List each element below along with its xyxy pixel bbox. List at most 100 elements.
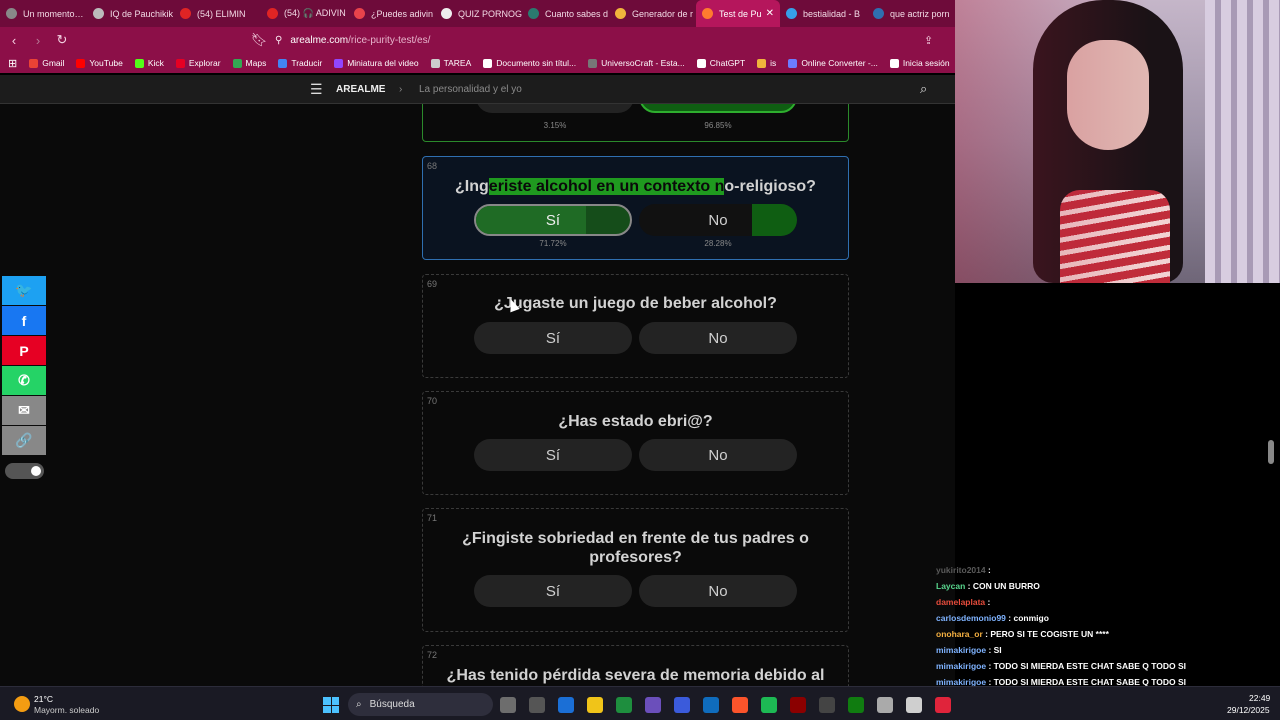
search-icon[interactable]: ⌕ [920, 81, 927, 97]
site-brand[interactable]: AREALME [336, 84, 385, 95]
forward-icon[interactable]: › [28, 33, 48, 48]
url-field[interactable]: ⚲ arealme.com /rice-purity-test/es/ [275, 30, 985, 50]
bookmark-item[interactable]: UniversoCraft - Esta... [588, 58, 685, 68]
chat-username[interactable]: yukirito2014 [936, 565, 986, 575]
bookmark-item[interactable]: Gmail [29, 58, 64, 68]
bookmark-label: Documento sin títul... [496, 58, 577, 68]
question-number: 72 [427, 650, 438, 660]
taskbar-app-icon[interactable] [703, 697, 719, 713]
tab[interactable]: ¿Puedes adivin [348, 0, 435, 27]
breadcrumb[interactable]: La personalidad y el yo [419, 84, 522, 95]
no-button[interactable]: No [639, 204, 797, 236]
theme-toggle[interactable] [5, 463, 44, 479]
taskbar-search[interactable]: ⌕ Búsqueda [348, 693, 493, 716]
chat-text: CON UN BURRO [972, 581, 1040, 591]
bookmark-item[interactable]: Online Converter -... [788, 58, 878, 68]
menu-icon[interactable]: ☰ [310, 81, 323, 98]
tab[interactable]: IQ de Pauchikik [87, 0, 174, 27]
site-info-icon[interactable]: ⚲ [275, 35, 282, 46]
scrollbar-thumb[interactable] [1268, 440, 1274, 464]
bookmark-item[interactable]: Inicia sesión [889, 58, 950, 68]
no-button[interactable]: No [639, 439, 797, 471]
taskbar-app-icon[interactable] [529, 697, 545, 713]
taskbar-app-icon[interactable] [500, 697, 516, 713]
chat-username[interactable]: mimakirigoe [936, 661, 986, 671]
weather-icon[interactable] [14, 696, 30, 712]
chat-separator: : [985, 565, 991, 575]
tab[interactable]: (54) 🎧 ADIVIN [261, 0, 348, 27]
tab[interactable]: QUIZ PORNOG [435, 0, 522, 27]
taskbar-app-icon[interactable] [790, 697, 806, 713]
tab-favicon-icon [615, 8, 626, 19]
bookmark-icon[interactable]: 🔖︎ [249, 32, 269, 48]
taskbar-app-icon[interactable] [645, 697, 661, 713]
taskbar-app-icon[interactable] [674, 697, 690, 713]
bookmark-item[interactable]: TAREA [430, 58, 472, 68]
chat-username[interactable]: damelaplata [936, 597, 985, 607]
taskbar-app-icon[interactable] [906, 697, 922, 713]
chat-username[interactable]: onohara_or [936, 629, 983, 639]
back-icon[interactable]: ‹ [4, 33, 24, 48]
bookmark-item[interactable]: Explorar [175, 58, 221, 68]
taskbar-app-icon[interactable] [558, 697, 574, 713]
tab[interactable]: Un momento… [0, 0, 87, 27]
tab[interactable]: bestialidad - B [780, 0, 867, 27]
pinterest-icon[interactable]: P [2, 336, 46, 365]
bookmark-favicon-icon [483, 58, 493, 68]
share-page-icon[interactable]: ⇪ [924, 34, 933, 47]
close-tab-icon[interactable]: ✕ [766, 8, 774, 19]
bookmark-label: ChatGPT [709, 58, 746, 68]
bookmark-item[interactable]: is [757, 58, 776, 68]
facebook-icon[interactable]: f [2, 306, 46, 335]
clock-date[interactable]: 29/12/2025 [1227, 705, 1270, 715]
apps-grid-icon[interactable]: ⊞ [8, 57, 17, 70]
chat-message: mimakirigoe : TODO SI MIERDA ESTE CHAT S… [936, 658, 1266, 674]
tab[interactable]: que actriz porn [867, 0, 954, 27]
yes-button[interactable]: Sí [474, 439, 632, 471]
no-button[interactable]: No [639, 322, 797, 354]
bookmark-item[interactable]: Maps [232, 58, 266, 68]
bookmark-item[interactable]: Traducir [278, 58, 322, 68]
email-icon[interactable]: ✉ [2, 396, 46, 425]
taskbar-app-icon[interactable] [877, 697, 893, 713]
tab[interactable]: Cuanto sabes d [522, 0, 609, 27]
chat-username[interactable]: Laycan [936, 581, 965, 591]
chat-text: conmigo [1013, 613, 1049, 623]
tab-active[interactable]: Test de Pu ✕ [696, 0, 780, 27]
yes-share-bar [476, 206, 587, 234]
bookmark-item[interactable]: Kick [134, 58, 164, 68]
link-icon[interactable]: 🔗 [2, 426, 46, 455]
bookmark-item[interactable]: Documento sin títul... [483, 58, 576, 68]
reload-icon[interactable]: ↻ [52, 32, 72, 48]
chat-username[interactable]: mimakirigoe [936, 645, 986, 655]
no-button[interactable]: No [639, 575, 797, 607]
bookmark-favicon-icon [588, 58, 598, 68]
yes-button[interactable]: Sí [476, 104, 634, 113]
tab-favicon-icon [702, 8, 713, 19]
tab[interactable]: Generador de r [609, 0, 696, 27]
taskbar-app-icon[interactable] [732, 697, 748, 713]
taskbar-app-icon[interactable] [935, 697, 951, 713]
start-icon[interactable] [323, 697, 339, 713]
clock-time[interactable]: 22:49 [1249, 693, 1270, 703]
yes-button[interactable]: Sí [474, 204, 632, 236]
taskbar-app-icon[interactable] [587, 697, 603, 713]
taskbar-app-icon[interactable] [848, 697, 864, 713]
tab[interactable]: (54) ELIMIN [174, 0, 261, 27]
bookmark-favicon-icon [134, 58, 144, 68]
whatsapp-icon[interactable]: ✆ [2, 366, 46, 395]
yes-button[interactable]: Sí [474, 322, 632, 354]
no-button[interactable]: No [639, 104, 797, 113]
yes-button[interactable]: Sí [474, 575, 632, 607]
twitter-icon[interactable]: 🐦 [2, 276, 46, 305]
bookmark-item[interactable]: YouTube [76, 58, 123, 68]
bookmark-favicon-icon [232, 58, 242, 68]
bookmark-label: TAREA [443, 58, 472, 68]
chat-separator: : [985, 597, 991, 607]
bookmark-item[interactable]: Miniatura del video [334, 58, 419, 68]
bookmark-item[interactable]: ChatGPT [696, 58, 746, 68]
taskbar-app-icon[interactable] [761, 697, 777, 713]
chat-username[interactable]: carlosdemonio99 [936, 613, 1006, 623]
taskbar-app-icon[interactable] [616, 697, 632, 713]
taskbar-app-icon[interactable] [819, 697, 835, 713]
